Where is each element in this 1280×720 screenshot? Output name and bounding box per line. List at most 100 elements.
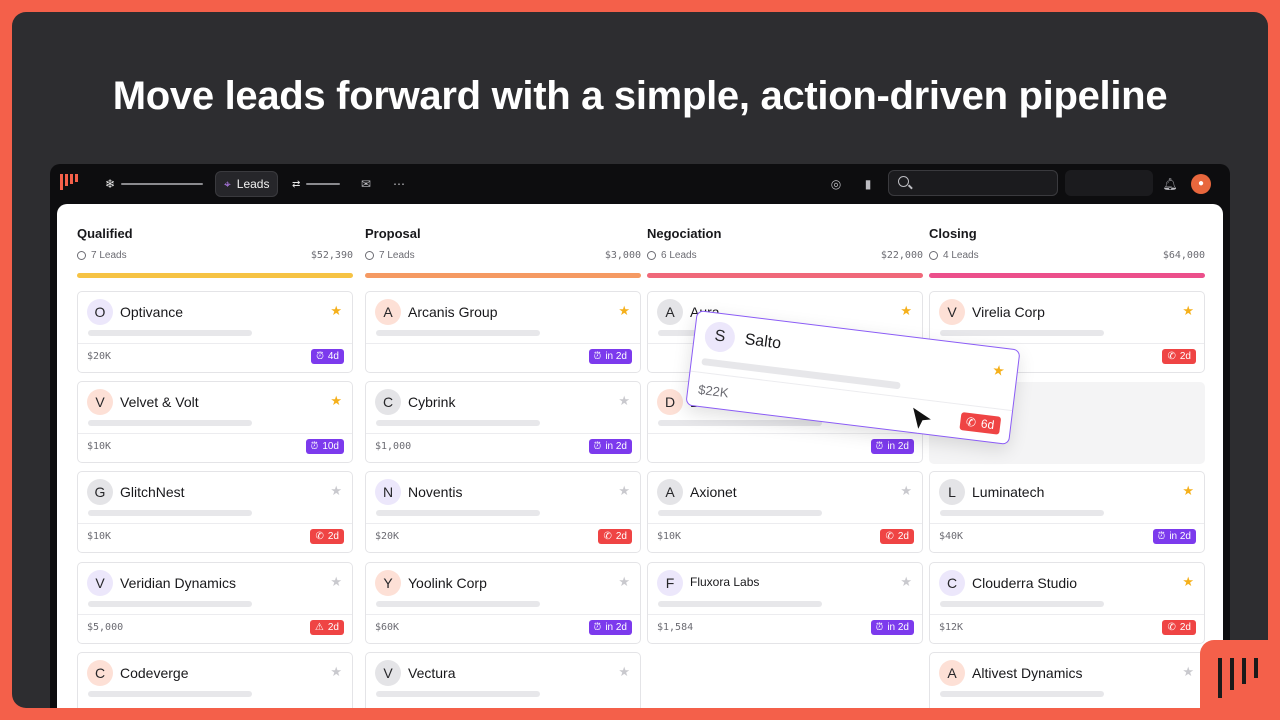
column-negociation: Negociation6 Leads$22,000AAura★DDatanova… xyxy=(647,204,923,708)
star-icon[interactable]: ★ xyxy=(330,664,342,680)
placeholder-line xyxy=(376,330,540,336)
lead-card[interactable]: A Arcanis Group ★ ⏰︎ in 2d xyxy=(365,291,641,373)
placeholder-line xyxy=(88,330,252,336)
lead-value: $12K xyxy=(939,622,964,633)
phone-icon: ✆ xyxy=(603,531,612,542)
divider xyxy=(648,433,922,434)
placeholder-line xyxy=(88,510,252,516)
star-icon[interactable]: ★ xyxy=(991,362,1005,380)
avatar: G xyxy=(87,479,113,505)
star-icon[interactable]: ★ xyxy=(330,574,342,590)
phone-icon: ✆ xyxy=(885,531,894,542)
lead-name: Veridian Dynamics xyxy=(120,575,236,591)
user-avatar[interactable]: ● xyxy=(1191,174,1211,194)
status-badge: ⏰︎ in 2d xyxy=(588,349,632,364)
activity-icon[interactable]: ◎ xyxy=(827,175,845,193)
status-badge: ⏰︎ in 2d xyxy=(870,620,914,635)
app-logo-icon[interactable] xyxy=(60,174,80,194)
nav-placeholder xyxy=(306,183,341,185)
star-icon[interactable]: ★ xyxy=(1182,483,1194,499)
nav-item-deals[interactable]: ⇄ xyxy=(292,171,341,197)
column-amount: $64,000 xyxy=(1162,250,1205,261)
star-icon[interactable]: ★ xyxy=(618,483,630,499)
placeholder-line xyxy=(376,691,540,697)
lead-card[interactable]: G GlitchNest ★ $10K ✆ 2d xyxy=(77,471,353,553)
star-icon[interactable]: ★ xyxy=(618,393,630,409)
column-progress-bar xyxy=(365,273,641,278)
lead-name: Yoolink Corp xyxy=(408,575,487,591)
lead-card[interactable]: C Clouderra Studio ★ $12K ✆ 2d xyxy=(929,562,1205,644)
divider xyxy=(648,614,922,615)
more-icon[interactable]: ⋯ xyxy=(390,175,408,193)
avatar: A xyxy=(939,660,965,686)
toolbar-button[interactable] xyxy=(1065,170,1153,196)
star-icon[interactable]: ★ xyxy=(1182,574,1194,590)
star-icon[interactable]: ★ xyxy=(900,303,912,319)
tab-leads[interactable]: ⌖ Leads xyxy=(215,171,279,197)
lead-name: Clouderra Studio xyxy=(972,575,1078,591)
phone-icon: ✆ xyxy=(1167,351,1176,362)
alarm-icon: ⏰︎ xyxy=(593,351,602,362)
lead-card[interactable]: V Velvet & Volt ★ $10K ⏰︎ 10d xyxy=(77,381,353,463)
placeholder-line xyxy=(376,420,540,426)
placeholder-line xyxy=(940,330,1104,336)
avatar: V xyxy=(87,570,113,596)
bell-icon[interactable]: 🔔︎ xyxy=(1161,175,1179,193)
placeholder-line xyxy=(940,510,1104,516)
lead-card[interactable]: O Optivance ★ $20K ⏰︎ 4d xyxy=(77,291,353,373)
snowflake-icon: ❄ xyxy=(105,177,116,191)
lead-name: Noventis xyxy=(408,484,463,500)
badge-label: in 2d xyxy=(887,441,909,452)
star-icon[interactable]: ★ xyxy=(330,393,342,409)
lead-name: GlitchNest xyxy=(120,484,185,500)
star-icon[interactable]: ★ xyxy=(330,303,342,319)
warning-icon: ⚠ xyxy=(314,622,324,633)
star-icon[interactable]: ★ xyxy=(618,574,630,590)
lead-card[interactable]: A Axionet ★ $10K ✆ 2d xyxy=(647,471,923,553)
nav-item-1[interactable]: ❄ xyxy=(105,171,204,197)
search-input[interactable] xyxy=(888,170,1058,196)
star-icon[interactable]: ★ xyxy=(1182,303,1194,319)
lead-card[interactable]: A Altivest Dynamics ★ xyxy=(929,652,1205,708)
lead-name: Velvet & Volt xyxy=(120,394,199,410)
lead-card[interactable]: C Cybrink ★ $1,000 ⏰︎ in 2d xyxy=(365,381,641,463)
avatar: A xyxy=(375,299,401,325)
status-badge: ⏰︎ in 2d xyxy=(870,439,914,454)
status-badge: ⏰︎ in 2d xyxy=(1152,529,1196,544)
lead-value: $40K xyxy=(939,531,964,542)
phone-icon: ✆ xyxy=(1167,622,1176,633)
lead-card[interactable]: F Fluxora Labs ★ $1,584 ⏰︎ in 2d xyxy=(647,562,923,644)
status-badge: ⚠ 2d xyxy=(309,620,344,635)
mouse-cursor-icon xyxy=(910,404,936,434)
tab-leads-label: Leads xyxy=(236,177,270,191)
lead-card[interactable]: L Luminatech ★ $40K ⏰︎ in 2d xyxy=(929,471,1205,553)
status-badge: ✆ 2d xyxy=(598,529,632,544)
badge-label: 10d xyxy=(322,441,339,452)
target-icon xyxy=(365,251,374,260)
avatar: C xyxy=(939,570,965,596)
mail-icon[interactable]: ✉ xyxy=(357,175,375,193)
lead-card[interactable]: Y Yoolink Corp ★ $60K ⏰︎ in 2d xyxy=(365,562,641,644)
avatar: A xyxy=(657,479,683,505)
star-icon[interactable]: ★ xyxy=(900,483,912,499)
lead-card[interactable]: N Noventis ★ $20K ✆ 2d xyxy=(365,471,641,553)
lead-card[interactable]: C Codeverge ★ xyxy=(77,652,353,708)
star-icon[interactable]: ★ xyxy=(618,303,630,319)
lead-value: $20K xyxy=(87,351,112,362)
star-icon[interactable]: ★ xyxy=(900,574,912,590)
avatar: N xyxy=(375,479,401,505)
app-window: ❄ ⌖ Leads ⇄ ✉ ⋯ ◎ ▮ 🔔︎ ● Qualified 7 Lead… xyxy=(50,164,1230,708)
status-badge: ✆ 2d xyxy=(310,529,344,544)
star-icon[interactable]: ★ xyxy=(618,664,630,680)
avatar: V xyxy=(939,299,965,325)
column-amount: $3,000 xyxy=(604,250,641,261)
bookmark-icon[interactable]: ▮ xyxy=(859,175,877,193)
lead-card[interactable]: V Veridian Dynamics ★ $5,000 ⚠ 2d xyxy=(77,562,353,644)
star-icon[interactable]: ★ xyxy=(1182,664,1194,680)
lead-card[interactable]: V Vectura ★ xyxy=(365,652,641,708)
star-icon[interactable]: ★ xyxy=(330,483,342,499)
target-icon: ⌖ xyxy=(224,176,231,191)
badge-label: in 2d xyxy=(605,441,627,452)
phone-icon: ✆ xyxy=(965,414,977,430)
alarm-icon: ⏰︎ xyxy=(875,622,884,633)
